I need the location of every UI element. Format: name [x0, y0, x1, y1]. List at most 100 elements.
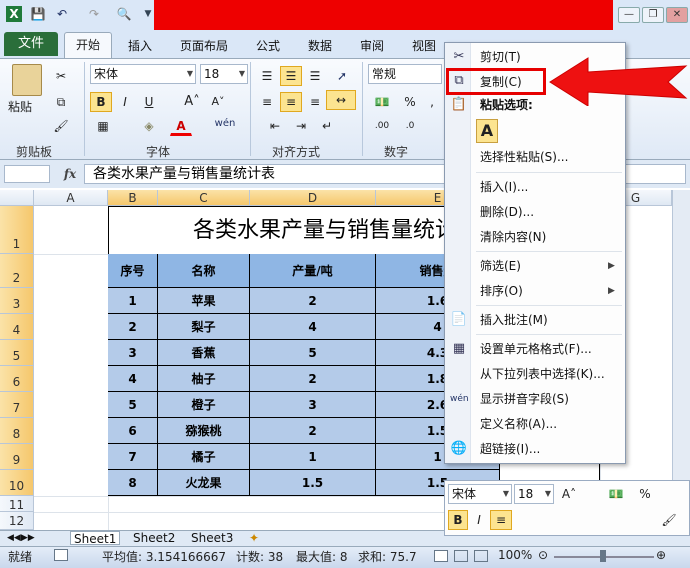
phonetic-guide-button[interactable]: wén: [212, 114, 238, 134]
row-header[interactable]: 12: [0, 512, 34, 530]
mini-bold-button[interactable]: B: [448, 510, 468, 530]
sheet-tab-sheet3[interactable]: Sheet3: [188, 531, 236, 545]
save-icon[interactable]: 💾: [30, 6, 46, 22]
format-painter-icon[interactable]: 🖌: [50, 116, 72, 136]
row-header[interactable]: 8: [0, 418, 34, 444]
undo-icon[interactable]: ↶: [54, 6, 70, 22]
menu-item-sort[interactable]: 排序(O): [480, 280, 523, 302]
name-box[interactable]: [4, 165, 50, 183]
row-header[interactable]: 1: [0, 206, 34, 254]
font-size-combo[interactable]: 18 ▼: [200, 64, 248, 84]
grow-font-icon[interactable]: A˄: [180, 92, 204, 112]
tab-insert[interactable]: 插入: [128, 36, 152, 56]
menu-item-show-pinyin[interactable]: 显示拼音字段(S): [480, 388, 569, 410]
select-all-corner[interactable]: [0, 190, 34, 206]
row-header[interactable]: 3: [0, 288, 34, 314]
tab-view[interactable]: 视图: [412, 36, 436, 56]
align-center-icon[interactable]: ≡: [280, 92, 302, 112]
mini-size-combo[interactable]: 18 ▼: [514, 484, 554, 504]
mini-currency-icon[interactable]: 💵: [604, 484, 628, 504]
table-cell[interactable]: 火龙果: [158, 470, 250, 496]
menu-item-clear-contents[interactable]: 清除内容(N): [480, 226, 546, 248]
row-header[interactable]: 2: [0, 254, 34, 288]
table-header-cell[interactable]: 产量/吨: [250, 254, 376, 288]
menu-item-insert[interactable]: 插入(I)...: [480, 176, 528, 198]
column-header[interactable]: B: [108, 190, 158, 206]
insert-function-button[interactable]: fx: [60, 165, 80, 183]
row-header[interactable]: 5: [0, 340, 34, 366]
menu-item-insert-comment[interactable]: 插入批注(M): [480, 309, 548, 331]
table-cell[interactable]: 1.5: [250, 470, 376, 496]
menu-item-pick-from-list[interactable]: 从下拉列表中选择(K)...: [480, 363, 605, 385]
table-cell[interactable]: 4: [250, 314, 376, 340]
tab-page-layout[interactable]: 页面布局: [180, 36, 228, 56]
table-cell[interactable]: 4: [108, 366, 158, 392]
insert-sheet-icon[interactable]: ✦: [246, 531, 262, 545]
zoom-slider-thumb[interactable]: [600, 550, 606, 562]
column-header[interactable]: D: [250, 190, 376, 206]
row-header[interactable]: 10: [0, 470, 34, 496]
align-top-icon[interactable]: ☰: [256, 66, 278, 86]
table-cell[interactable]: 2: [250, 366, 376, 392]
macro-record-icon[interactable]: [54, 549, 68, 561]
align-middle-icon[interactable]: ☰: [280, 66, 302, 86]
orientation-icon[interactable]: ➚: [330, 66, 354, 86]
bold-button[interactable]: B: [90, 92, 112, 112]
comma-button[interactable]: ,: [422, 92, 442, 112]
table-cell[interactable]: 猕猴桃: [158, 418, 250, 444]
vertical-scrollbar[interactable]: [672, 190, 690, 530]
table-cell[interactable]: 香蕉: [158, 340, 250, 366]
mini-grow-font-icon[interactable]: A˄: [558, 484, 580, 504]
tab-review[interactable]: 审阅: [360, 36, 384, 56]
fill-color-icon[interactable]: ◈: [136, 116, 162, 136]
increase-indent-icon[interactable]: ⇥: [290, 116, 312, 136]
menu-item-define-name[interactable]: 定义名称(A)...: [480, 413, 557, 435]
menu-item-filter[interactable]: 筛选(E): [480, 255, 521, 277]
row-header[interactable]: 4: [0, 314, 34, 340]
page-layout-view-icon[interactable]: [454, 550, 468, 562]
tab-home[interactable]: 开始: [64, 32, 112, 58]
restore-button[interactable]: ❐: [642, 7, 664, 23]
table-cell[interactable]: 6: [108, 418, 158, 444]
zoom-level[interactable]: 100%: [498, 548, 532, 562]
tab-formulas[interactable]: 公式: [256, 36, 280, 56]
menu-item-format-cells[interactable]: 设置单元格格式(F)...: [480, 338, 592, 360]
minimize-button[interactable]: —: [618, 7, 640, 23]
close-button[interactable]: ✕: [666, 7, 688, 23]
table-cell[interactable]: 梨子: [158, 314, 250, 340]
merge-center-icon[interactable]: ↔: [326, 90, 356, 110]
paste-option-keep-format[interactable]: A: [476, 119, 498, 143]
redo-icon[interactable]: ↷: [86, 6, 102, 22]
decrease-decimal-icon[interactable]: .0: [398, 116, 422, 136]
table-cell[interactable]: 7: [108, 444, 158, 470]
zoom-in-icon[interactable]: ⊕: [656, 548, 666, 562]
align-bottom-icon[interactable]: ☰: [304, 66, 326, 86]
font-name-combo[interactable]: 宋体 ▼: [90, 64, 196, 84]
increase-decimal-icon[interactable]: .00: [370, 116, 394, 136]
table-cell[interactable]: 2: [250, 288, 376, 314]
page-break-view-icon[interactable]: [474, 550, 488, 562]
wrap-text-icon[interactable]: ↵: [316, 116, 338, 136]
sheet-tab-sheet1[interactable]: Sheet1: [70, 531, 121, 546]
print-preview-icon[interactable]: 🔍: [116, 6, 132, 22]
paste-icon[interactable]: [12, 64, 42, 96]
zoom-out-icon[interactable]: ⊙: [538, 548, 548, 562]
align-left-icon[interactable]: ≡: [256, 92, 278, 112]
row-header[interactable]: 7: [0, 392, 34, 418]
table-header-cell[interactable]: 名称: [158, 254, 250, 288]
mini-font-combo[interactable]: 宋体 ▼: [448, 484, 512, 504]
paste-label[interactable]: 粘贴: [8, 98, 32, 115]
table-cell[interactable]: 2: [108, 314, 158, 340]
column-header[interactable]: C: [158, 190, 250, 206]
table-header-cell[interactable]: 序号: [108, 254, 158, 288]
table-cell[interactable]: 橙子: [158, 392, 250, 418]
table-cell[interactable]: 苹果: [158, 288, 250, 314]
percent-button[interactable]: %: [400, 92, 420, 112]
sheet-tab-sheet2[interactable]: Sheet2: [130, 531, 178, 545]
table-cell[interactable]: 8: [108, 470, 158, 496]
currency-icon[interactable]: 💵: [370, 92, 394, 112]
table-cell[interactable]: 1: [250, 444, 376, 470]
table-cell[interactable]: 3: [108, 340, 158, 366]
mini-percent-button[interactable]: %: [636, 484, 654, 504]
mini-format-painter-icon[interactable]: 🖌: [658, 510, 680, 530]
